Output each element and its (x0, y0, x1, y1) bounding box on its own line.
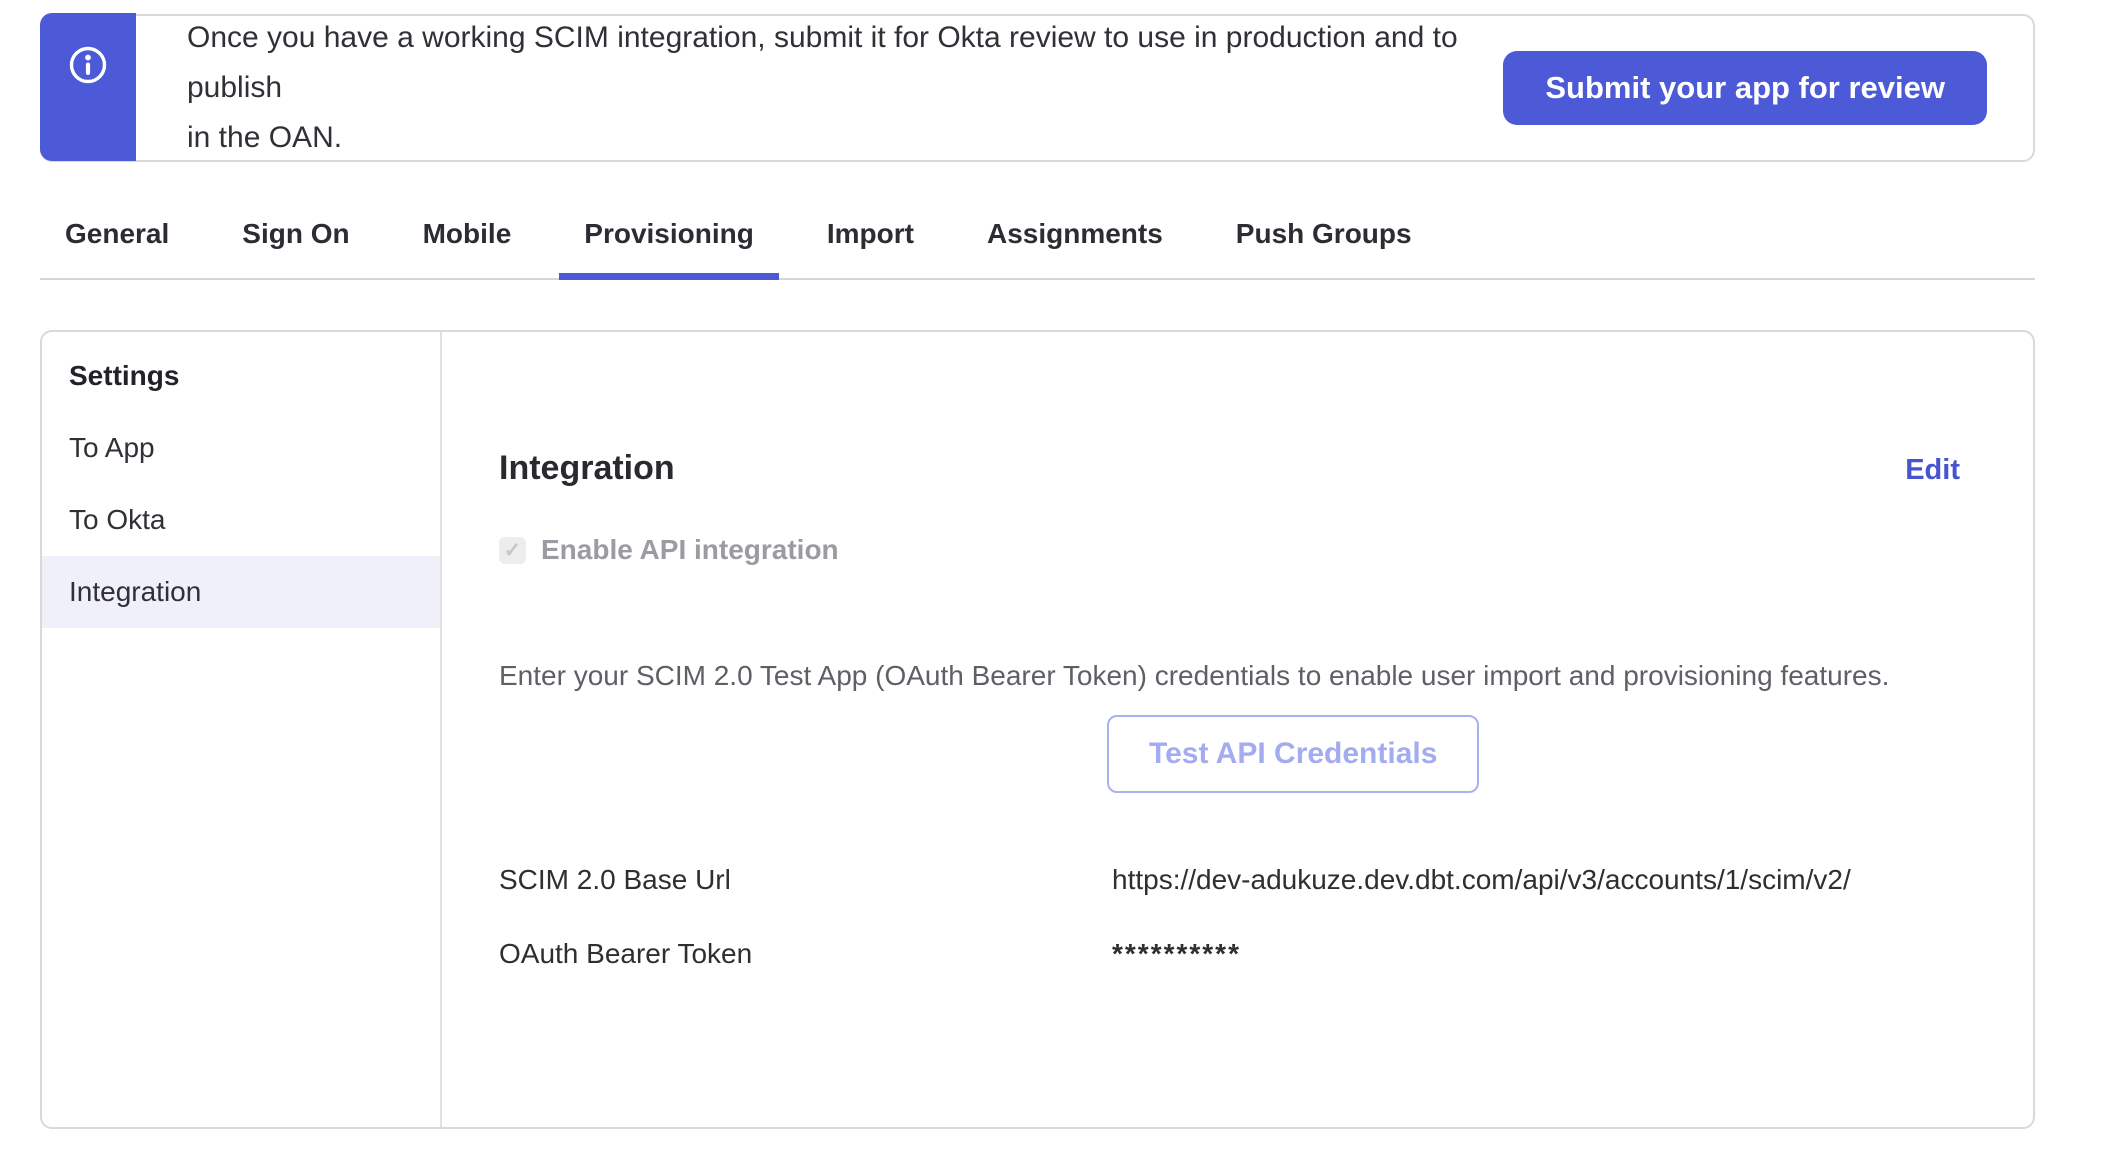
integration-settings-main: Integration Edit ✓ Enable API integratio… (442, 332, 2033, 1127)
app-tab-bar: General Sign On Mobile Provisioning Impo… (40, 206, 2035, 280)
test-api-credentials-button[interactable]: Test API Credentials (1107, 715, 1479, 793)
integration-header-row: Integration Edit (499, 449, 1960, 488)
tab-import[interactable]: Import (802, 206, 939, 278)
tab-push-groups[interactable]: Push Groups (1211, 206, 1437, 278)
settings-sidebar: Settings To App To Okta Integration (42, 332, 442, 1127)
sidebar-item-to-okta[interactable]: To Okta (42, 484, 440, 556)
submit-app-for-review-button[interactable]: Submit your app for review (1503, 51, 1987, 125)
oauth-bearer-token-row: OAuth Bearer Token ********** (499, 938, 1960, 970)
scim-base-url-row: SCIM 2.0 Base Url https://dev-adukuze.de… (499, 864, 1960, 896)
credentials-description: Enter your SCIM 2.0 Test App (OAuth Bear… (499, 660, 1960, 692)
info-icon (67, 44, 109, 86)
tab-general[interactable]: General (40, 206, 194, 278)
tab-mobile[interactable]: Mobile (398, 206, 537, 278)
info-banner: Once you have a working SCIM integration… (40, 14, 2035, 162)
info-banner-accent (40, 13, 136, 161)
oauth-bearer-token-label: OAuth Bearer Token (499, 938, 1112, 970)
sidebar-header-settings: Settings (42, 340, 440, 412)
banner-message-line-1: Once you have a working SCIM integration… (187, 13, 1503, 113)
sidebar-item-integration[interactable]: Integration (42, 556, 440, 628)
banner-message-line-2: in the OAN. (187, 113, 1503, 163)
tab-sign-on[interactable]: Sign On (217, 206, 374, 278)
edit-link[interactable]: Edit (1905, 454, 1960, 487)
tab-assignments[interactable]: Assignments (962, 206, 1188, 278)
sidebar-item-to-app[interactable]: To App (42, 412, 440, 484)
enable-api-integration-checkbox[interactable]: ✓ (499, 537, 526, 564)
test-credentials-row: Test API Credentials (499, 715, 1960, 793)
provisioning-panel: Settings To App To Okta Integration Inte… (40, 330, 2035, 1129)
banner-message: Once you have a working SCIM integration… (187, 13, 1503, 163)
scim-base-url-value: https://dev-adukuze.dev.dbt.com/api/v3/a… (1112, 864, 1960, 896)
enable-api-integration-row: ✓ Enable API integration (499, 534, 1960, 566)
enable-api-integration-label: Enable API integration (541, 534, 839, 566)
scim-base-url-label: SCIM 2.0 Base Url (499, 864, 1112, 896)
tab-provisioning[interactable]: Provisioning (559, 206, 779, 278)
oauth-bearer-token-value: ********** (1112, 938, 1960, 970)
section-title: Integration (499, 449, 675, 488)
